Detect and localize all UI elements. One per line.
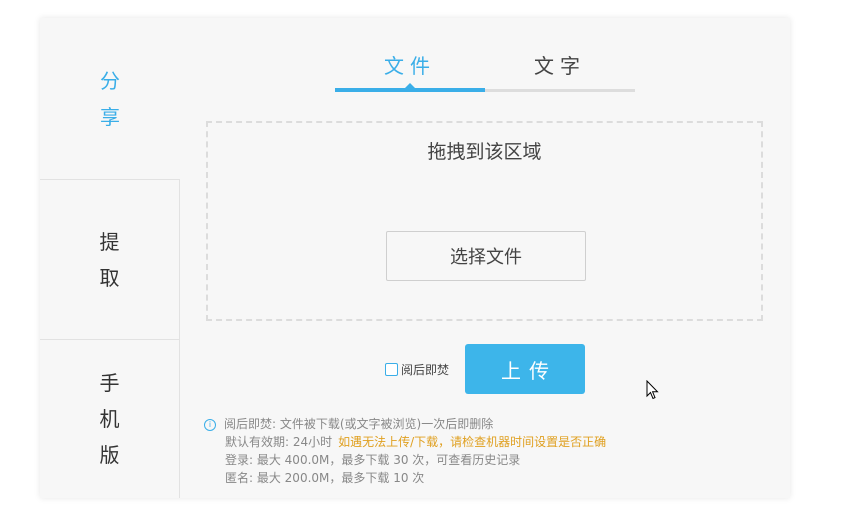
upload-notes: i 阅后即焚: 文件被下载(或文字被浏览)一次后即删除 默认有效期: 24小时 如遇…: [204, 415, 764, 487]
choose-file-button[interactable]: 选择文件: [386, 231, 586, 281]
sidebar-item-fetch[interactable]: 提 取: [40, 179, 180, 340]
burn-after-read-label[interactable]: 阅后即焚: [401, 361, 449, 378]
info-icon: i: [204, 419, 216, 431]
dropzone-title: 拖拽到该区域: [427, 141, 542, 163]
sidebar-item-fetch-char-2: 取: [99, 266, 120, 290]
sidebar-item-share-char-2: 享: [100, 104, 120, 129]
burn-after-read-option[interactable]: 阅后即焚: [385, 361, 449, 377]
upload-button[interactable]: 上传: [465, 344, 585, 394]
tab-file-label: 文件: [384, 54, 436, 78]
file-dropzone[interactable]: 拖拽到该区域 选择文件: [206, 121, 763, 321]
mouse-cursor-icon: [646, 380, 659, 400]
sidebar-item-share-char-1: 分: [100, 68, 120, 93]
note-burn-text: 阅后即焚: 文件被下载(或文字被浏览)一次后即删除: [224, 417, 494, 431]
note-validity-warning: 如遇无法上传/下载，请检查机器时间设置是否正确: [338, 435, 607, 449]
mode-tabs: 文件 文字: [335, 46, 635, 92]
sidebar-item-fetch-char-1: 提: [99, 230, 120, 254]
sidebar-item-share[interactable]: 分 享: [40, 18, 180, 179]
note-anonymous: 匿名: 最大 200.0M，最多下载 10 次: [225, 471, 425, 485]
sidebar-item-mobile[interactable]: 手 机 版: [40, 339, 180, 498]
note-burn: i 阅后即焚: 文件被下载(或文字被浏览)一次后即删除: [204, 415, 764, 433]
sidebar-item-mobile-char-3: 版: [99, 443, 120, 467]
note-validity-text: 默认有效期: 24小时: [225, 435, 333, 449]
tab-file[interactable]: 文件: [335, 46, 485, 92]
sidebar: 分 享 提 取 手 机 版: [40, 18, 180, 498]
note-validity: 默认有效期: 24小时 如遇无法上传/下载，请检查机器时间设置是否正确: [204, 433, 764, 451]
sidebar-item-mobile-char-2: 机: [99, 407, 120, 431]
note-login: 登录: 最大 400.0M，最多下载 30 次，可查看历史记录: [225, 453, 521, 467]
tab-text[interactable]: 文字: [485, 46, 635, 92]
main-card: 分 享 提 取 手 机 版 文件 文字 拖拽到该区域 选择文件 阅后即焚 上传 …: [40, 18, 790, 498]
tab-text-label: 文字: [534, 54, 586, 78]
sidebar-item-mobile-char-1: 手: [99, 371, 120, 395]
tab-active-caret-icon: [405, 83, 415, 88]
burn-after-read-checkbox[interactable]: [385, 362, 398, 376]
